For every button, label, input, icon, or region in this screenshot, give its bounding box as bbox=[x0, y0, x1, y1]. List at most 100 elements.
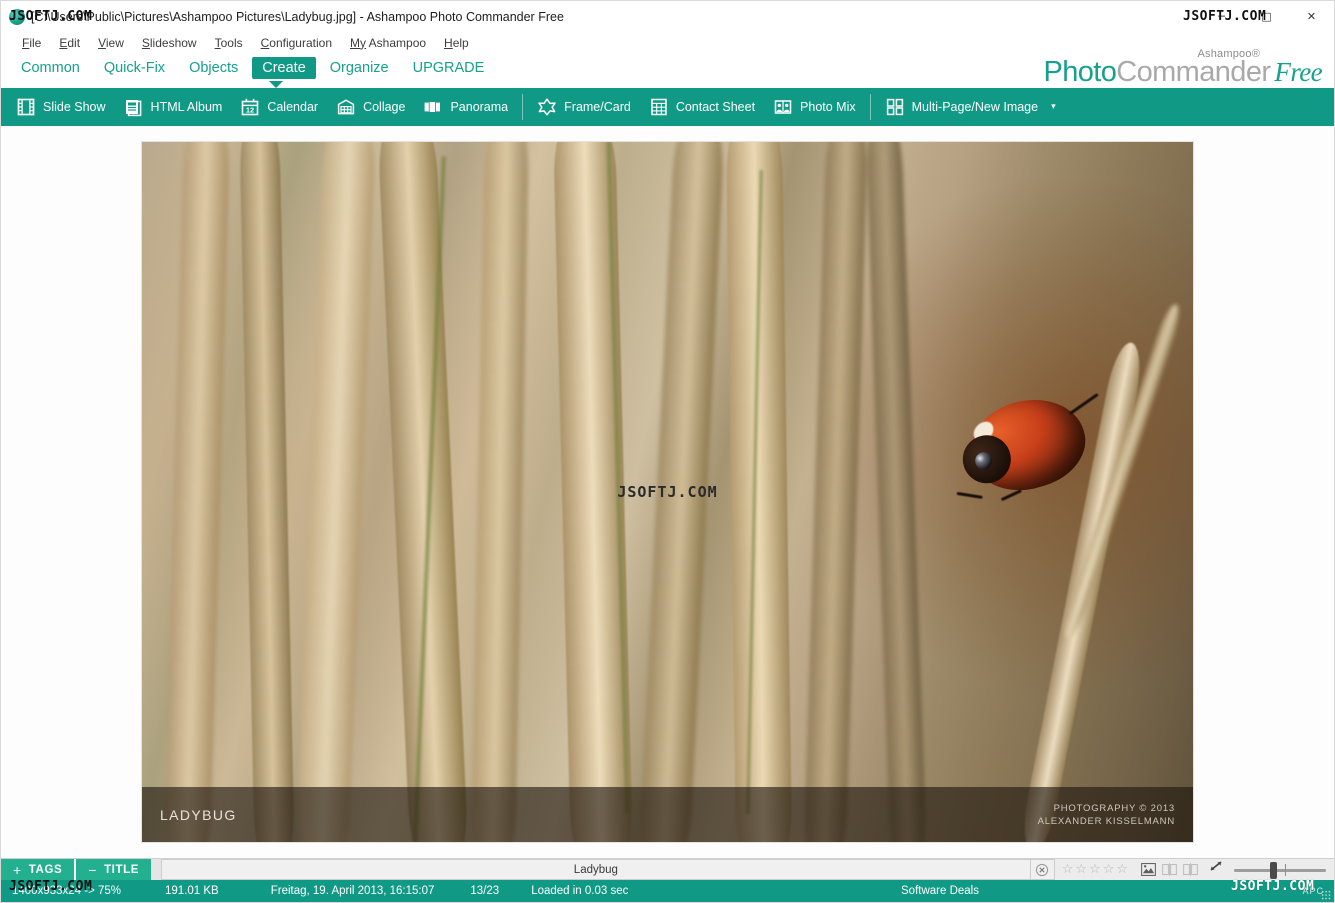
create-toolbar: Slide Show HTML Album 12 Calendar Collag… bbox=[1, 81, 1334, 126]
toolbar-label: Multi-Page/New Image bbox=[911, 100, 1039, 114]
ribbon-tab-row: Common Quick-Fix Objects Create Organize… bbox=[1, 49, 1334, 88]
watermark-center: JSOFTJ.COM bbox=[617, 483, 718, 501]
document-page-icon bbox=[125, 100, 141, 117]
star-1[interactable]: ☆ bbox=[1062, 863, 1074, 876]
menu-rest: onfiguration bbox=[269, 35, 332, 50]
credit-line-1: PHOTOGRAPHY © 2013 bbox=[1053, 802, 1175, 814]
tags-title-bar: + TAGS − TITLE Ladybug ☆ ☆ ☆ ☆ ☆ bbox=[1, 858, 1334, 881]
compare-two-images-icon[interactable] bbox=[1162, 863, 1177, 876]
tab-quick-fix[interactable]: Quick-Fix bbox=[94, 57, 175, 79]
star-2[interactable]: ☆ bbox=[1075, 863, 1087, 876]
toolbar-button-photo-mix[interactable]: Photo Mix bbox=[764, 92, 865, 122]
clear-circle-x-icon bbox=[1036, 863, 1049, 876]
rating-stars[interactable]: ☆ ☆ ☆ ☆ ☆ bbox=[1054, 859, 1135, 880]
star-4[interactable]: ☆ bbox=[1103, 863, 1115, 876]
window-controls: ─ □ ✕ bbox=[1199, 1, 1334, 32]
image-viewer[interactable]: LADYBUG PHOTOGRAPHY © 2013 ALEXANDER KIS… bbox=[1, 126, 1334, 858]
menu-rest: elp bbox=[452, 35, 469, 50]
toolbar-label: Contact Sheet bbox=[675, 100, 756, 114]
menu-item-help[interactable]: Help bbox=[435, 36, 478, 50]
toolbar-label: Collage bbox=[363, 100, 406, 114]
maximize-icon: □ bbox=[1261, 10, 1272, 23]
image-title-field[interactable]: Ladybug bbox=[161, 859, 1031, 880]
toolbar-button-frame-card[interactable]: Frame/Card bbox=[528, 92, 640, 122]
chevron-down-icon[interactable]: ▾ bbox=[1051, 102, 1056, 112]
tab-upgrade[interactable]: UPGRADE bbox=[403, 57, 495, 79]
status-software-deals-link[interactable]: Software Deals bbox=[901, 885, 979, 897]
collage-grid-icon bbox=[337, 99, 355, 115]
menu-accel: My bbox=[350, 35, 366, 50]
menu-rest: lideshow bbox=[149, 35, 197, 50]
single-image-view-icon[interactable] bbox=[1141, 863, 1156, 876]
app-logo-icon bbox=[9, 8, 25, 25]
contact-sheet-grid-icon bbox=[651, 98, 667, 116]
logo-commander-text: Commander bbox=[1116, 56, 1271, 88]
toolbar-button-html-album[interactable]: HTML Album bbox=[115, 92, 232, 122]
tab-organize[interactable]: Organize bbox=[320, 57, 399, 79]
menu-item-tools[interactable]: Tools bbox=[206, 36, 252, 50]
tab-objects[interactable]: Objects bbox=[179, 57, 248, 79]
toolbar-label: Frame/Card bbox=[564, 100, 631, 114]
menu-rest: ile bbox=[29, 35, 42, 50]
photo-caption-overlay: LADYBUG PHOTOGRAPHY © 2013 ALEXANDER KIS… bbox=[142, 787, 1193, 842]
fit-to-window-icon[interactable] bbox=[1208, 859, 1224, 873]
toggle-title-button[interactable]: − TITLE bbox=[74, 859, 152, 880]
logo-main: PhotoCommander Free bbox=[1043, 56, 1322, 88]
tagbar-spacer bbox=[151, 859, 162, 880]
status-dimensions: 1400x933x24 -> 75% bbox=[12, 885, 122, 897]
star-5[interactable]: ☆ bbox=[1116, 863, 1128, 876]
zoom-slider[interactable] bbox=[1232, 859, 1328, 881]
toolbar-button-calendar[interactable]: 12 Calendar bbox=[231, 92, 327, 122]
toolbar-separator-1 bbox=[522, 94, 524, 120]
menu-item-my-ashampoo[interactable]: My Ashampoo bbox=[341, 36, 435, 50]
ladybug-leg bbox=[1000, 488, 1022, 501]
tab-create[interactable]: Create bbox=[252, 57, 316, 79]
photo-mix-people-icon bbox=[774, 100, 792, 114]
toolbar-label: Panorama bbox=[450, 100, 509, 114]
add-tags-button[interactable]: + TAGS bbox=[1, 859, 75, 880]
resize-grip[interactable] bbox=[1321, 890, 1331, 900]
title-bar: [C:\Users\Public\Pictures\Ashampoo Pictu… bbox=[1, 1, 1334, 32]
zoom-slider-tick bbox=[1285, 864, 1286, 876]
status-date: Freitag, 19. April 2013, 16:15:07 bbox=[270, 885, 435, 897]
menu-accel: H bbox=[444, 35, 453, 50]
panorama-bars-icon bbox=[425, 102, 441, 112]
compare-split-view-icon[interactable] bbox=[1183, 863, 1198, 876]
toolbar-button-panorama[interactable]: Panorama bbox=[414, 92, 517, 122]
four-squares-icon bbox=[886, 98, 903, 116]
toolbar-label: Photo Mix bbox=[800, 100, 856, 114]
minus-icon: − bbox=[88, 861, 98, 878]
tab-common[interactable]: Common bbox=[11, 57, 90, 79]
menu-rest: Ashampoo bbox=[366, 35, 427, 50]
maximize-button[interactable]: □ bbox=[1244, 1, 1289, 32]
calendar-12-icon: 12 bbox=[242, 98, 259, 116]
menu-item-view[interactable]: View bbox=[89, 36, 133, 50]
logo-free-text: Free bbox=[1274, 57, 1322, 87]
clear-title-button[interactable] bbox=[1030, 859, 1055, 880]
minimize-button[interactable]: ─ bbox=[1199, 1, 1244, 32]
zoom-slider-track bbox=[1234, 869, 1326, 872]
ribbon-tabs: Common Quick-Fix Objects Create Organize… bbox=[1, 53, 496, 88]
toolbar-button-contact-sheet[interactable]: Contact Sheet bbox=[640, 92, 764, 122]
menu-item-file[interactable]: File bbox=[13, 36, 50, 50]
ladybug-eye bbox=[972, 449, 994, 471]
toolbar-button-multi-page-new-image[interactable]: Multi-Page/New Image ▾ bbox=[876, 92, 1065, 122]
toolbar-label: Calendar bbox=[267, 100, 319, 114]
logo-photo-text: Photo bbox=[1043, 56, 1117, 88]
menu-item-configuration[interactable]: Configuration bbox=[252, 36, 341, 50]
toolbar-button-slide-show[interactable]: Slide Show bbox=[7, 92, 115, 122]
close-button[interactable]: ✕ bbox=[1289, 1, 1334, 32]
menu-accel: C bbox=[260, 35, 270, 50]
toolbar-separator-2 bbox=[869, 94, 871, 120]
svg-text:12: 12 bbox=[246, 106, 254, 115]
menu-item-slideshow[interactable]: Slideshow bbox=[133, 36, 206, 50]
zoom-slider-handle[interactable] bbox=[1270, 862, 1277, 879]
toolbar-button-collage[interactable]: Collage bbox=[327, 92, 414, 122]
menu-item-edit[interactable]: Edit bbox=[50, 36, 89, 50]
credit-line-2: ALEXANDER KISSELMANN bbox=[1037, 815, 1175, 827]
title-label: TITLE bbox=[104, 863, 140, 876]
minimize-icon: ─ bbox=[1218, 10, 1225, 23]
star-3[interactable]: ☆ bbox=[1089, 863, 1101, 876]
active-tab-pointer bbox=[269, 81, 283, 88]
menu-accel: V bbox=[98, 35, 106, 50]
